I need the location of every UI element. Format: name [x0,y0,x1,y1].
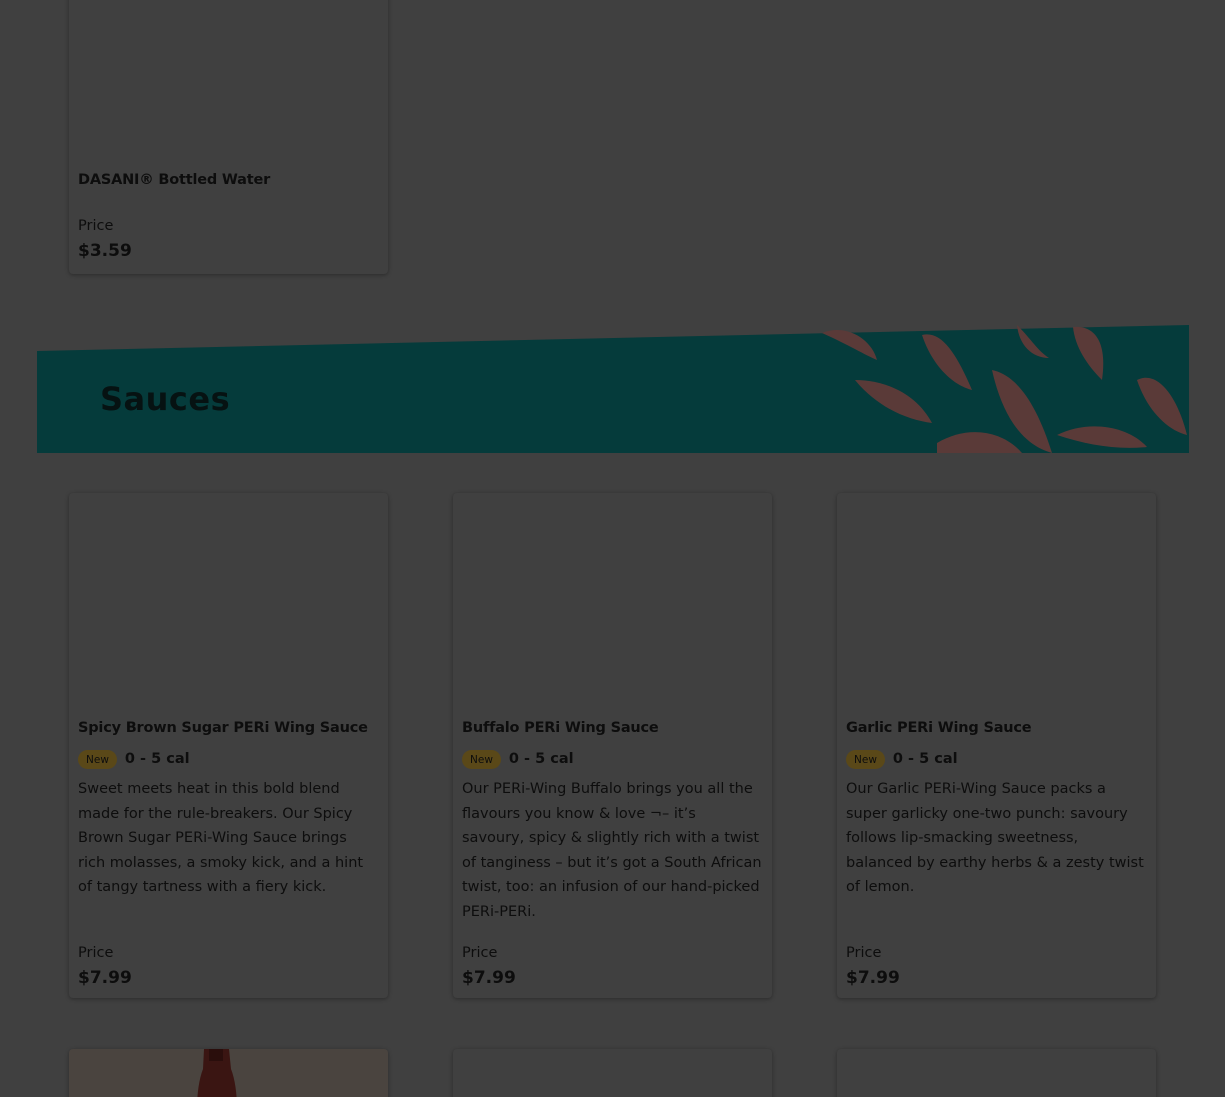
price-label: Price [78,218,114,234]
product-image [69,1049,388,1097]
item-price: $7.99 [78,968,132,988]
new-badge: New [462,749,501,769]
price-label: Price [462,945,498,961]
item-name: Spicy Brown Sugar PERi Wing Sauce [78,720,368,736]
new-badge: New [846,749,885,769]
item-name: Buffalo PERi Wing Sauce [462,720,659,736]
menu-item-card[interactable] [69,1049,388,1097]
product-image-placeholder [69,493,388,708]
price-label: Price [846,945,882,961]
menu-item-card[interactable]: Spicy Brown Sugar PERi Wing Sauce New 0 … [69,493,388,998]
item-description: Our Garlic PERi-Wing Sauce packs a super… [846,781,1144,895]
section-banner-sauces: Sauces [37,325,1189,453]
item-description: Sweet meets heat in this bold blend made… [78,781,364,895]
item-price: $7.99 [462,968,516,988]
menu-item-card[interactable]: DASANI® Bottled Water Price $3.59 [69,0,388,274]
item-price: $7.99 [846,968,900,988]
product-image-placeholder [837,493,1156,708]
calorie-info: 0 - 5 cal [892,751,958,767]
new-badge: New [78,749,117,769]
menu-item-card[interactable] [837,1049,1156,1097]
menu-item-card[interactable]: Garlic PERi Wing Sauce New 0 - 5 cal Our… [837,493,1156,998]
item-price: $3.59 [78,241,132,261]
item-description: Our PERi-Wing Buffalo brings you all the… [462,781,762,920]
calorie-info: 0 - 5 cal [508,751,574,767]
menu-item-card[interactable]: Buffalo PERi Wing Sauce New 0 - 5 cal Ou… [453,493,772,998]
section-title: Sauces [100,380,231,418]
product-image-placeholder [453,493,772,708]
item-name: Garlic PERi Wing Sauce [846,720,1032,736]
menu-item-card[interactable] [453,1049,772,1097]
item-name: DASANI® Bottled Water [78,172,271,188]
sauce-bottle-icon [197,1049,237,1097]
product-image-placeholder [69,0,388,160]
calorie-info: 0 - 5 cal [124,751,190,767]
price-label: Price [78,945,114,961]
